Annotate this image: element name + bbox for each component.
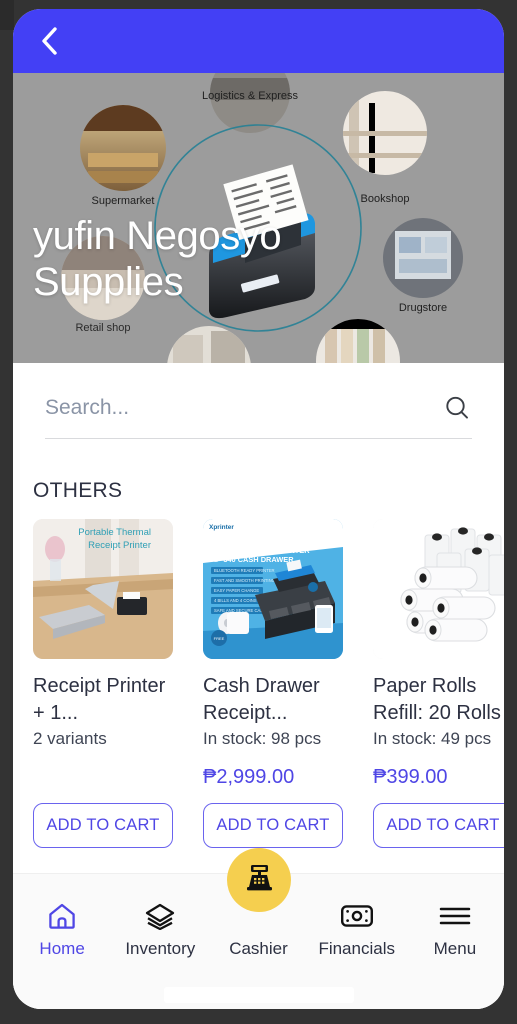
product-price: ₱399.00 xyxy=(373,766,448,788)
bottom-navigation: Home Inventory Cashier Financials Menu xyxy=(13,848,504,1009)
nav-label-cashier: Cashier xyxy=(229,939,288,958)
chevron-left-icon xyxy=(38,26,60,56)
banner-label-bookshop: Bookshop xyxy=(361,193,410,205)
svg-text:XP-340 CASH DRAWER: XP-340 CASH DRAWER xyxy=(211,555,294,564)
product-name: Cash Drawer Receipt... xyxy=(203,675,320,724)
product-image[interactable] xyxy=(373,519,504,659)
nav-item-home[interactable]: Home xyxy=(13,900,111,959)
home-icon xyxy=(47,900,77,932)
search-input[interactable] xyxy=(45,396,434,420)
product-card[interactable]: Xprinter COMBO SET XP-58IIH RECEIPT PRIN… xyxy=(203,519,343,848)
cash-drawer-combo-photo: Xprinter COMBO SET XP-58IIH RECEIPT PRIN… xyxy=(203,519,343,659)
nav-item-menu[interactable]: Menu xyxy=(406,900,504,959)
nav-label-financials: Financials xyxy=(318,939,395,958)
device-frame: Logistics & Express Bookshop Supermarket… xyxy=(0,0,517,1024)
search-icon[interactable] xyxy=(442,393,472,423)
app-bar xyxy=(13,9,504,73)
cashier-fab-button[interactable] xyxy=(226,848,291,912)
banner-label-supermarket: Supermarket xyxy=(92,195,155,207)
banner-label-logistics: Logistics & Express xyxy=(202,90,298,102)
add-to-cart-button[interactable]: ADD TO CART xyxy=(33,803,173,848)
svg-text:FAST AND SMOOTH PRINTING: FAST AND SMOOTH PRINTING xyxy=(214,578,275,583)
product-image[interactable]: Xprinter COMBO SET XP-58IIH RECEIPT PRIN… xyxy=(203,519,343,659)
product-card[interactable]: Paper Rolls Refill: 20 Rolls In stock: 4… xyxy=(373,519,504,848)
home-indicator xyxy=(163,987,354,1003)
svg-text:XP-58IIH RECEIPT PRINTER: XP-58IIH RECEIPT PRINTER xyxy=(211,546,310,555)
product-image[interactable]: Portable Thermal Receipt Printer xyxy=(33,519,173,659)
content-area: OTHERS xyxy=(13,363,504,1009)
section-title: OTHERS xyxy=(33,479,123,502)
phone-screen: Logistics & Express Bookshop Supermarket… xyxy=(13,9,504,1009)
svg-text:EASY PAPER CHANGE: EASY PAPER CHANGE xyxy=(214,588,259,593)
banner-label-drugstore: Drugstore xyxy=(399,302,447,314)
svg-text:Receipt Printer: Receipt Printer xyxy=(88,540,151,551)
hamburger-icon xyxy=(438,900,472,932)
store-name: yufin Negosyo Supplies xyxy=(33,214,282,304)
add-to-cart-button[interactable]: ADD TO CART xyxy=(203,803,343,848)
nav-item-financials[interactable]: Financials xyxy=(308,900,406,959)
nav-label-inventory: Inventory xyxy=(125,939,196,958)
product-name: Paper Rolls Refill: 20 Rolls xyxy=(373,675,501,724)
product-card[interactable]: Portable Thermal Receipt Printer Receipt… xyxy=(33,519,173,848)
svg-text:FREE: FREE xyxy=(214,636,225,641)
search-bar xyxy=(45,393,472,439)
paper-rolls-photo xyxy=(373,519,504,659)
product-subtitle: 2 variants xyxy=(33,729,107,748)
product-name: Receipt Printer + 1... xyxy=(33,675,166,724)
banner-label-retailshop: Retail shop xyxy=(75,322,130,334)
product-subtitle: In stock: 98 pcs xyxy=(203,729,322,748)
product-list: Portable Thermal Receipt Printer Receipt… xyxy=(13,519,504,848)
banknote-icon xyxy=(340,900,374,932)
add-to-cart-button[interactable]: ADD TO CART xyxy=(373,803,504,848)
back-button[interactable] xyxy=(29,21,69,61)
product-subtitle: In stock: 49 pcs xyxy=(373,729,492,748)
nav-label-menu: Menu xyxy=(433,939,477,958)
svg-text:Xprinter: Xprinter xyxy=(209,524,234,531)
svg-text:Portable Thermal: Portable Thermal xyxy=(78,527,151,538)
svg-text:BLUETOOTH READY PRINTER: BLUETOOTH READY PRINTER xyxy=(214,568,275,573)
nav-item-inventory[interactable]: Inventory xyxy=(111,900,209,959)
product-price: ₱2,999.00 xyxy=(203,766,295,788)
thermal-printer-photo: Portable Thermal Receipt Printer xyxy=(33,519,173,659)
nav-label-home: Home xyxy=(39,939,85,958)
svg-text:COMBO SET: COMBO SET xyxy=(282,527,337,537)
cash-register-icon xyxy=(243,862,275,899)
store-banner: Logistics & Express Bookshop Supermarket… xyxy=(13,73,504,363)
layers-icon xyxy=(144,900,176,932)
